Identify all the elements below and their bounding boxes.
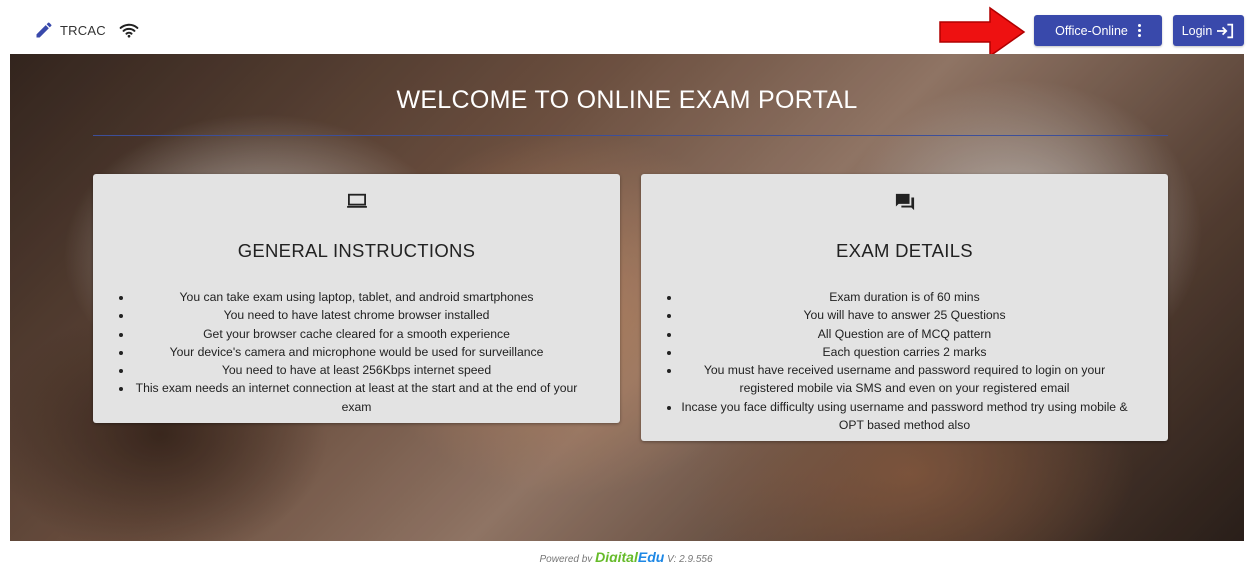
version-text: V: 2.9.556 — [667, 554, 713, 562]
list-item: You need to have at least 256Kbps intern… — [133, 361, 580, 379]
list-item: Your device's camera and microphone woul… — [133, 343, 580, 361]
list-item: Get your browser cache cleared for a smo… — [133, 325, 580, 343]
exam-details-title: EXAM DETAILS — [836, 240, 973, 261]
top-bar: TRCAC Office-Online Login — [0, 0, 1252, 58]
digitaledu-link[interactable]: DigitalEdu — [595, 549, 664, 562]
login-label: Login — [1181, 23, 1213, 38]
general-instructions-card: GENERAL INSTRUCTIONS You can take exam u… — [93, 174, 620, 423]
brand-edu: Edu — [637, 549, 665, 562]
wifi-icon — [119, 23, 139, 38]
office-online-label: Office-Online — [1055, 23, 1128, 38]
list-item: Exam duration is of 60 mins — [681, 288, 1128, 306]
list-item: Each question carries 2 marks — [681, 343, 1128, 361]
list-item: All Question are of MCQ pattern — [681, 325, 1128, 343]
list-item: You need to have latest chrome browser i… — [133, 306, 580, 324]
login-button[interactable]: Login — [1173, 15, 1244, 46]
footer: Powered by DigitalEdu V: 2.9.556 — [0, 549, 1252, 562]
general-instructions-title: GENERAL INSTRUCTIONS — [237, 240, 476, 261]
list-item: You will have to answer 25 Questions — [681, 306, 1128, 324]
list-item: Incase you face difficulty using usernam… — [681, 398, 1128, 435]
powered-by-text: Powered by — [539, 554, 593, 562]
pencil-icon — [36, 22, 52, 38]
hero-section: WELCOME TO ONLINE EXAM PORTAL GENERAL IN… — [10, 54, 1244, 541]
title-divider — [93, 135, 1168, 136]
laptop-icon — [346, 193, 367, 208]
brand-name: TRCAC — [60, 22, 106, 38]
brand: TRCAC — [34, 20, 140, 40]
general-instructions-list: You can take exam using laptop, tablet, … — [133, 288, 580, 416]
exam-details-card: EXAM DETAILS Exam duration is of 60 mins… — [641, 174, 1168, 441]
office-online-button[interactable]: Office-Online — [1034, 15, 1162, 46]
exam-details-list: Exam duration is of 60 mins You will hav… — [681, 288, 1128, 434]
list-item: You can take exam using laptop, tablet, … — [133, 288, 580, 306]
list-item: You must have received username and pass… — [681, 361, 1128, 398]
page-title: WELCOME TO ONLINE EXAM PORTAL — [396, 86, 858, 114]
brand-digital: Digital — [595, 549, 638, 562]
red-arrow-annotation — [939, 6, 1026, 58]
login-icon — [1217, 23, 1234, 38]
list-item: This exam needs an internet connection a… — [133, 379, 580, 416]
forum-icon — [895, 193, 914, 211]
more-vert-icon — [1137, 24, 1141, 37]
